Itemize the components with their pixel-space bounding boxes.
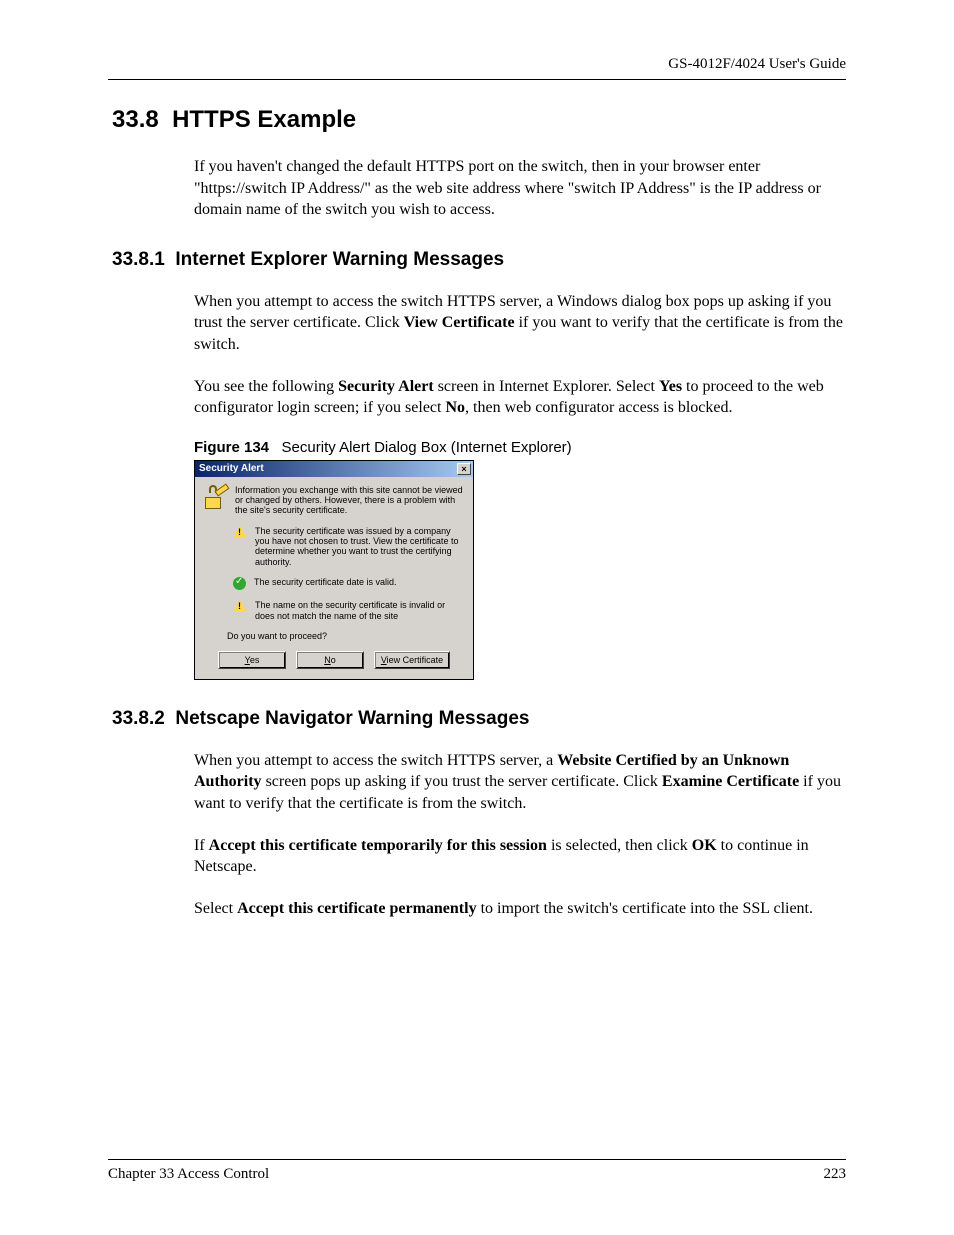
sub2-para3: Select Accept this certificate permanent… [194, 898, 846, 920]
sub2-p1-a: When you attempt to access the switch HT… [194, 752, 557, 769]
sub2-p2-b1: Accept this certificate temporarily for … [209, 837, 547, 854]
sub1-para1: When you attempt to access the switch HT… [194, 291, 846, 356]
sub2-p3-a: Select [194, 900, 237, 917]
dialog-body: Information you exchange with this site … [195, 477, 473, 679]
subsection-2-number: 33.8.2 [112, 708, 165, 729]
figure-caption-text: Security Alert Dialog Box (Internet Expl… [282, 439, 572, 456]
figure-caption: Figure 134 Security Alert Dialog Box (In… [194, 439, 846, 456]
sub2-p1-b2: Examine Certificate [662, 773, 799, 790]
page-footer: Chapter 33 Access Control 223 [108, 1159, 846, 1183]
sub2-p3-b: to import the switch's certificate into … [477, 900, 813, 917]
footer-rule [108, 1159, 846, 1160]
view-certificate-button[interactable]: View Certificate [374, 651, 450, 669]
warning-icon [233, 526, 247, 538]
dialog-item-2-text: The security certificate date is valid. [254, 577, 465, 590]
sub1-para2-a: You see the following [194, 378, 338, 395]
sub1-para2-b3: No [445, 399, 465, 416]
header-rule [108, 79, 846, 80]
sub1-para2-b1: Security Alert [338, 378, 434, 395]
yes-button[interactable]: Yes [218, 651, 286, 669]
sub2-para2: If Accept this certificate temporarily f… [194, 835, 846, 878]
section-title: HTTPS Example [172, 106, 356, 133]
subsection-1-number: 33.8.1 [112, 249, 165, 270]
section-heading: 33.8 HTTPS Example [112, 106, 846, 134]
dialog-title: Security Alert [199, 463, 457, 474]
footer-page-number: 223 [824, 1166, 847, 1183]
sub2-p2-b: is selected, then click [547, 837, 692, 854]
footer-chapter: Chapter 33 Access Control [108, 1166, 269, 1183]
warning-icon [233, 600, 247, 612]
section-number: 33.8 [112, 106, 159, 133]
sub2-p2-a: If [194, 837, 209, 854]
sub2-p2-b2: OK [692, 837, 717, 854]
header-guide-title: GS-4012F/4024 User's Guide [108, 56, 846, 73]
checkmark-icon [233, 577, 246, 590]
dialog-item-1-text: The security certificate was issued by a… [255, 526, 465, 567]
sub1-para2-d: , then web configurator access is blocke… [465, 399, 732, 416]
close-button[interactable]: × [457, 463, 471, 475]
dialog-titlebar: Security Alert × [195, 461, 473, 477]
subsection-2-heading: 33.8.2 Netscape Navigator Warning Messag… [112, 708, 846, 730]
dialog-item-3-text: The name on the security certificate is … [255, 600, 465, 621]
subsection-2-title: Netscape Navigator Warning Messages [175, 708, 529, 729]
sub1-para2: You see the following Security Alert scr… [194, 376, 846, 419]
subsection-1-title: Internet Explorer Warning Messages [175, 249, 504, 270]
dialog-item-1: The security certificate was issued by a… [233, 526, 465, 567]
sub2-p3-b1: Accept this certificate permanently [237, 900, 476, 917]
figure-label: Figure 134 [194, 439, 269, 456]
sub1-para1-bold: View Certificate [404, 314, 515, 331]
sub2-para1: When you attempt to access the switch HT… [194, 750, 846, 815]
dialog-button-row: Yes No View Certificate [203, 651, 465, 669]
security-alert-dialog: Security Alert × Information you exchang… [194, 460, 474, 680]
lock-key-icon [203, 485, 227, 509]
sub1-para2-b: screen in Internet Explorer. Select [434, 378, 659, 395]
dialog-intro-row: Information you exchange with this site … [203, 485, 465, 516]
subsection-1-heading: 33.8.1 Internet Explorer Warning Message… [112, 249, 846, 271]
sub1-para2-b2: Yes [659, 378, 682, 395]
no-button[interactable]: No [296, 651, 364, 669]
dialog-proceed-text: Do you want to proceed? [227, 631, 465, 641]
dialog-item-2: The security certificate date is valid. [233, 577, 465, 590]
dialog-intro-text: Information you exchange with this site … [235, 485, 465, 516]
section-intro: If you haven't changed the default HTTPS… [194, 156, 846, 221]
dialog-item-3: The name on the security certificate is … [233, 600, 465, 621]
sub2-p1-b: screen pops up asking if you trust the s… [262, 773, 662, 790]
